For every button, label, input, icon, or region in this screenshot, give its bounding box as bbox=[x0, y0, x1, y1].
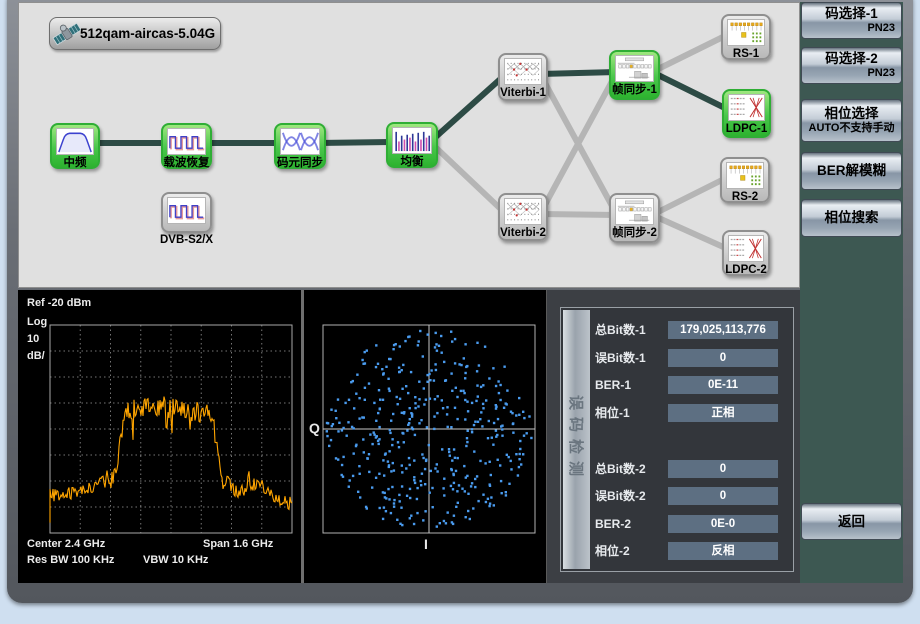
node-vit1[interactable]: Viterbi-1 bbox=[498, 53, 548, 101]
return-button[interactable]: 返回 bbox=[801, 503, 902, 540]
app-window: 512qam-aircas-5.04G 中频 载波恢复 码元同步 均衡 DVB-S2/X… bbox=[0, 0, 920, 624]
node-carrier[interactable]: 载波恢复 bbox=[161, 123, 212, 169]
ber-row-label-4: 相位-1 bbox=[595, 404, 669, 422]
node-dvb[interactable] bbox=[161, 192, 212, 233]
ldpc-icon bbox=[728, 94, 765, 121]
ber-row-value-1: 179,025,113,776 bbox=[668, 321, 778, 339]
sidebar: 码选择-1PN23 码选择-2PN23 相位选择AUTO不支持手动 BER解模糊相位搜… bbox=[800, 2, 903, 583]
wave-icon bbox=[167, 197, 206, 224]
ber-row-value-7: 0E-0 bbox=[668, 515, 778, 533]
satellite-icon bbox=[52, 20, 82, 48]
ber-row-label-1: 总Bit数-1 bbox=[595, 321, 669, 339]
ber-row-value-6: 0 bbox=[668, 487, 778, 505]
node-rs2[interactable]: RS-2 bbox=[720, 157, 770, 203]
node-ldpc2[interactable]: LDPC-2 bbox=[722, 230, 770, 276]
ber-monitor-title: 误码检测 bbox=[566, 395, 587, 483]
q-axis-label: Q bbox=[309, 420, 320, 436]
node-eq[interactable]: 均衡 bbox=[386, 122, 438, 168]
frame-icon bbox=[615, 198, 654, 225]
node-symbol[interactable]: 码元同步 bbox=[274, 123, 326, 169]
spectrum-vbw-label: VBW 10 KHz bbox=[143, 554, 208, 566]
signal-chain-diagram-panel: 512qam-aircas-5.04G 中频 载波恢复 码元同步 均衡 DVB-S2/X… bbox=[18, 2, 800, 288]
sidebar-button-3[interactable]: 相位选择AUTO不支持手动 bbox=[801, 99, 902, 142]
node-vit2[interactable]: Viterbi-2 bbox=[498, 193, 548, 241]
spectrum-center-label: Center 2.4 GHz bbox=[27, 538, 105, 550]
node-ldpc1[interactable]: LDPC-1 bbox=[722, 89, 771, 138]
ber-row-value-2: 0 bbox=[668, 349, 778, 367]
ber-row-label-8: 相位-2 bbox=[595, 542, 669, 560]
ber-row-value-8: 反相 bbox=[668, 542, 778, 560]
ber-monitor-region: 误码检测 总Bit数-1179,025,113,776误Bit数-10BER-1… bbox=[546, 290, 800, 583]
spectrum-scale-log: Log bbox=[27, 316, 47, 328]
node-fs1[interactable]: 帧同步-1 bbox=[609, 50, 660, 100]
ber-row-label-3: BER-1 bbox=[595, 376, 669, 394]
spectrum-span-label: Span 1.6 GHz bbox=[203, 538, 273, 550]
ber-monitor-title-strip: 误码检测 bbox=[563, 310, 590, 569]
bars-icon bbox=[392, 127, 432, 154]
ber-row-label-6: 误Bit数-2 bbox=[595, 487, 669, 505]
ber-row-label-5: 总Bit数-2 bbox=[595, 460, 669, 478]
frame-icon bbox=[615, 55, 654, 82]
ber-row-label-2: 误Bit数-1 bbox=[595, 349, 669, 367]
signal-file-label: 512qam-aircas-5.04G bbox=[80, 26, 215, 41]
node-dvb-label: DVB-S2/X bbox=[151, 234, 222, 246]
wave-icon bbox=[167, 128, 206, 155]
i-axis-label: I bbox=[424, 536, 428, 552]
spectrum-scale-db: dB/ bbox=[27, 350, 45, 362]
spectrum-rbw-label: Res BW 100 KHz bbox=[27, 554, 114, 566]
constellation-panel: Q I bbox=[304, 290, 546, 583]
node-rs1[interactable]: RS-1 bbox=[721, 14, 771, 60]
rs-icon bbox=[727, 19, 765, 46]
sidebar-button-5[interactable]: 相位搜索 bbox=[801, 199, 902, 237]
trellis-icon bbox=[504, 198, 542, 225]
spectrum-analyzer-panel: Ref -20 dBm Log 10 dB/ Center 2.4 GHz Sp… bbox=[18, 290, 301, 583]
signal-file-button[interactable]: 512qam-aircas-5.04G bbox=[49, 17, 221, 50]
spectrum-ref-label: Ref -20 dBm bbox=[27, 297, 91, 309]
spectrum-scale-10: 10 bbox=[27, 333, 39, 345]
node-fs2[interactable]: 帧同步-2 bbox=[609, 193, 660, 243]
rs-icon bbox=[726, 162, 764, 189]
sidebar-button-1[interactable]: 码选择-1PN23 bbox=[801, 2, 902, 39]
spectrum-icon bbox=[56, 128, 94, 155]
trellis-icon bbox=[504, 58, 542, 85]
sidebar-button-2[interactable]: 码选择-2PN23 bbox=[801, 47, 902, 85]
sidebar-button-4[interactable]: BER解模糊 bbox=[801, 152, 902, 190]
ber-row-value-3: 0E-11 bbox=[668, 376, 778, 394]
ber-row-value-5: 0 bbox=[668, 460, 778, 478]
ber-row-value-4: 正相 bbox=[668, 404, 778, 422]
eye-icon bbox=[280, 128, 320, 155]
displays-area: Ref -20 dBm Log 10 dB/ Center 2.4 GHz Sp… bbox=[18, 290, 800, 583]
node-if[interactable]: 中频 bbox=[50, 123, 100, 169]
ldpc-icon bbox=[728, 235, 764, 262]
ber-row-label-7: BER-2 bbox=[595, 515, 669, 533]
